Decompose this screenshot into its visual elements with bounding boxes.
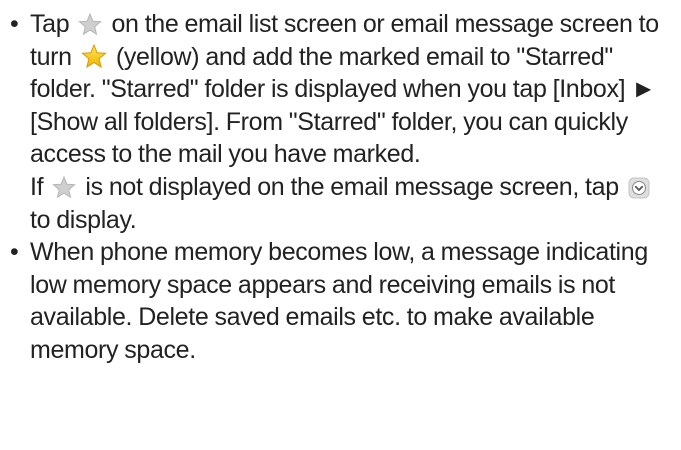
text-segment: is not displayed on the email message sc… — [85, 172, 619, 201]
chevron-down-circle-icon — [628, 177, 650, 199]
bullet-list: • Tap on the email list screen or email … — [8, 8, 675, 367]
text-segment: When phone memory becomes low, a message… — [30, 238, 648, 364]
text-segment: If — [30, 172, 44, 201]
bullet-item-memory: • When phone memory becomes low, a messa… — [8, 236, 675, 366]
text-segment: Tap — [30, 10, 70, 38]
text-segment: to display. — [30, 205, 137, 234]
star-outline-icon — [78, 13, 103, 36]
bullet-dot: • — [10, 238, 19, 267]
bullet-dot: • — [10, 10, 19, 38]
text-segment: (yellow) and add the marked email to "St… — [30, 42, 656, 169]
star-outline-icon — [52, 175, 77, 199]
help-page: • Tap on the email list screen or email … — [0, 0, 681, 450]
star-yellow-icon — [81, 43, 107, 69]
bullet-item-starred: • Tap on the email list screen or email … — [8, 8, 675, 236]
